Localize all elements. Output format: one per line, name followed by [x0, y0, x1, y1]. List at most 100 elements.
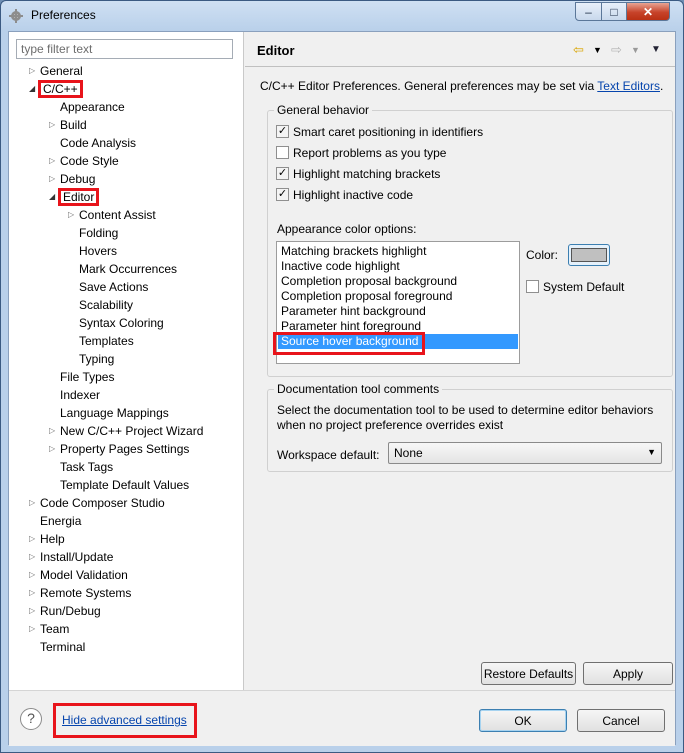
tree-item[interactable]: Energia: [40, 512, 81, 530]
forward-arrow-icon[interactable]: ⇨: [611, 42, 622, 58]
close-button[interactable]: ✕: [626, 2, 670, 21]
collapsed-arrow-icon[interactable]: ▷: [29, 602, 39, 620]
minimize-button[interactable]: –: [575, 2, 602, 21]
apply-button[interactable]: Apply: [583, 662, 673, 685]
collapsed-arrow-icon[interactable]: ▷: [49, 116, 59, 134]
tree-item[interactable]: Folding: [79, 224, 118, 242]
collapsed-arrow-icon[interactable]: ▷: [49, 422, 59, 440]
back-arrow-icon[interactable]: ⇦: [573, 42, 584, 58]
restore-defaults-button[interactable]: Restore Defaults: [481, 662, 576, 685]
tree-item[interactable]: Indexer: [60, 386, 100, 404]
tree-item[interactable]: ▷ Property Pages Settings: [49, 440, 189, 458]
tree-item[interactable]: Scalability: [79, 296, 133, 314]
highlight-box: [273, 332, 425, 355]
expanded-arrow-icon[interactable]: ◢: [49, 188, 59, 206]
system-default-checkbox[interactable]: System Default: [526, 280, 624, 294]
color-option-item[interactable]: Completion proposal foreground: [278, 289, 518, 304]
tree-item-label: Terminal: [40, 640, 86, 654]
tree-item[interactable]: ◢ C/C++: [29, 80, 83, 98]
tree-item-label: Energia: [40, 514, 82, 528]
tree-item[interactable]: File Types: [60, 368, 114, 386]
filter-input[interactable]: [16, 39, 233, 59]
option-checkbox-row[interactable]: Report problems as you type: [276, 146, 446, 162]
tree-item[interactable]: Task Tags: [60, 458, 113, 476]
color-option-item[interactable]: Parameter hint background: [278, 304, 518, 319]
collapsed-arrow-icon[interactable]: ▷: [29, 584, 39, 602]
tree-item[interactable]: ▷ General: [29, 62, 83, 80]
intro-text: C/C++ Editor Preferences. General prefer…: [260, 79, 663, 93]
tree-item[interactable]: ▷ New C/C++ Project Wizard: [49, 422, 204, 440]
option-checkbox-row[interactable]: ✓ Highlight inactive code: [276, 188, 413, 204]
chevron-down-icon: ▼: [647, 447, 656, 457]
tree-item[interactable]: Save Actions: [79, 278, 148, 296]
ok-button[interactable]: OK: [479, 709, 567, 732]
general-behavior-group: General behavior ✓ Smart caret positionin…: [267, 103, 673, 377]
color-picker-button[interactable]: [568, 244, 610, 266]
text-editors-link[interactable]: Text Editors: [597, 79, 660, 93]
cancel-button[interactable]: Cancel: [577, 709, 665, 732]
tree-item[interactable]: Syntax Coloring: [79, 314, 164, 332]
forward-dropdown-icon[interactable]: ▼: [631, 45, 640, 55]
tree-item[interactable]: Terminal: [40, 638, 85, 656]
workspace-default-label: Workspace default:: [277, 448, 380, 462]
collapsed-arrow-icon[interactable]: ▷: [49, 440, 59, 458]
collapsed-arrow-icon[interactable]: ▷: [29, 494, 39, 512]
tree-item[interactable]: ▷ Code Composer Studio: [29, 494, 165, 512]
tree-item[interactable]: Templates: [79, 332, 134, 350]
tree-item[interactable]: ▷ Team: [29, 620, 69, 638]
tree-item-label: Language Mappings: [60, 406, 169, 420]
maximize-button[interactable]: □: [601, 2, 627, 21]
unchecked-checkbox-icon[interactable]: [276, 146, 289, 159]
tree-item[interactable]: ▷ Code Style: [49, 152, 119, 170]
back-dropdown-icon[interactable]: ▼: [593, 45, 602, 55]
option-checkbox-row[interactable]: ✓ Smart caret positioning in identifiers: [276, 125, 483, 141]
hide-advanced-settings-link[interactable]: Hide advanced settings: [62, 713, 187, 727]
tree-item[interactable]: ▷ Run/Debug: [29, 602, 101, 620]
tree-item[interactable]: Mark Occurrences: [79, 260, 177, 278]
collapsed-arrow-icon[interactable]: ▷: [49, 170, 59, 188]
tree-item[interactable]: Typing: [79, 350, 114, 368]
collapsed-arrow-icon[interactable]: ▷: [68, 206, 78, 224]
tree-item[interactable]: ◢ Editor: [49, 188, 100, 206]
tree-item-label: Syntax Coloring: [79, 316, 164, 330]
tree-item-label: Code Style: [60, 154, 119, 168]
tree-item-label: File Types: [60, 370, 115, 384]
collapsed-arrow-icon[interactable]: ▷: [29, 548, 39, 566]
tree-item[interactable]: ▷ Remote Systems: [29, 584, 131, 602]
dialog-footer: ? Hide advanced settings OK Cancel: [9, 690, 675, 746]
tree-item-label: Run/Debug: [40, 604, 101, 618]
tree-item[interactable]: Language Mappings: [60, 404, 169, 422]
color-option-item[interactable]: Inactive code highlight: [278, 259, 518, 274]
tree-item[interactable]: Template Default Values: [60, 476, 189, 494]
collapsed-arrow-icon[interactable]: ▷: [29, 530, 39, 548]
help-icon[interactable]: ?: [20, 708, 42, 730]
collapsed-arrow-icon[interactable]: ▷: [29, 566, 39, 584]
tree-item-label: New C/C++ Project Wizard: [60, 424, 204, 438]
expanded-arrow-icon[interactable]: ◢: [29, 80, 39, 98]
tree-item[interactable]: Appearance: [60, 98, 125, 116]
workspace-default-select[interactable]: None ▼: [388, 442, 662, 464]
system-default-box[interactable]: [526, 280, 539, 293]
tree-item[interactable]: ▷ Content Assist: [68, 206, 156, 224]
color-option-item[interactable]: Completion proposal background: [278, 274, 518, 289]
checked-checkbox-icon[interactable]: ✓: [276, 167, 289, 180]
view-menu-icon[interactable]: ▼: [651, 44, 661, 55]
tree-item[interactable]: ▷ Install/Update: [29, 548, 113, 566]
tree-item[interactable]: Hovers: [79, 242, 117, 260]
title-bar[interactable]: Preferences – □ ✕: [1, 1, 683, 31]
tree-item[interactable]: Code Analysis: [60, 134, 136, 152]
collapsed-arrow-icon[interactable]: ▷: [49, 152, 59, 170]
tree-item[interactable]: ▷ Debug: [49, 170, 95, 188]
color-options-list[interactable]: Matching brackets highlight Inactive code…: [273, 241, 520, 364]
color-option-item[interactable]: Matching brackets highlight: [278, 244, 518, 259]
tree-item[interactable]: ▷ Build: [49, 116, 87, 134]
tree-item-label: Hovers: [79, 244, 118, 258]
tree-item[interactable]: ▷ Help: [29, 530, 65, 548]
checked-checkbox-icon[interactable]: ✓: [276, 125, 289, 138]
collapsed-arrow-icon[interactable]: ▷: [29, 62, 39, 80]
tree-item-label: Template Default Values: [60, 478, 190, 492]
option-checkbox-row[interactable]: ✓ Highlight matching brackets: [276, 167, 440, 183]
tree-item[interactable]: ▷ Model Validation: [29, 566, 128, 584]
checked-checkbox-icon[interactable]: ✓: [276, 188, 289, 201]
collapsed-arrow-icon[interactable]: ▷: [29, 620, 39, 638]
